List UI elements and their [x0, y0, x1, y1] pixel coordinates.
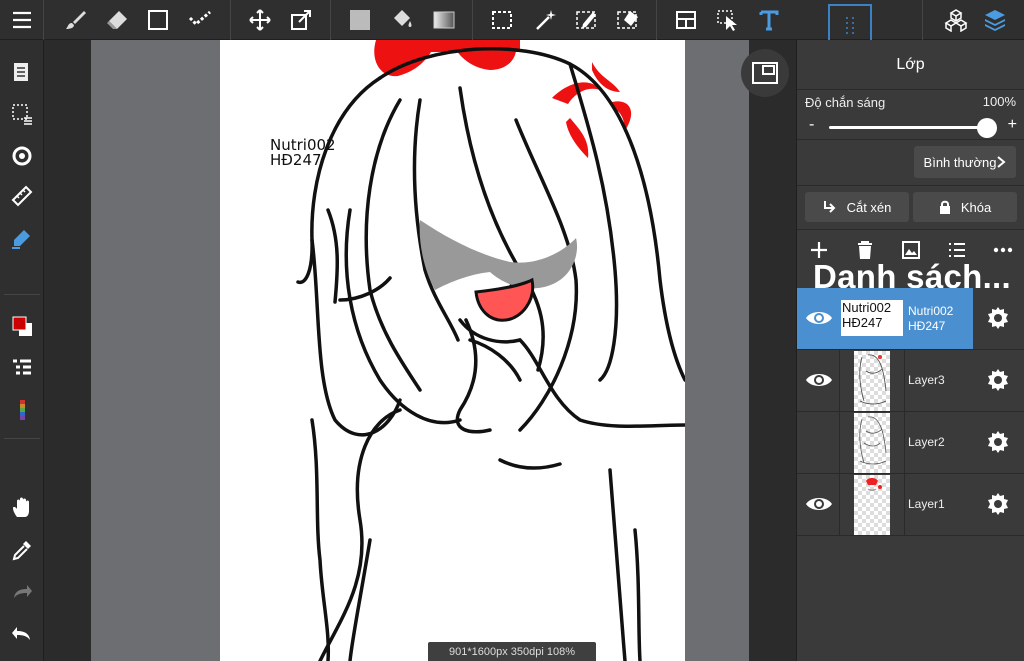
- pen-icon[interactable]: [6, 222, 38, 254]
- opacity-minus-button[interactable]: -: [809, 116, 814, 134]
- drawing-canvas[interactable]: Nutri002 HĐ247: [220, 40, 685, 661]
- color-swatch-icon[interactable]: [6, 310, 38, 342]
- navigator-icon: [752, 62, 778, 84]
- pages-icon[interactable]: [6, 56, 38, 88]
- layer-thumbnail: Nutri002 HĐ247: [841, 300, 903, 336]
- color-gradient-icon[interactable]: [6, 394, 38, 426]
- opacity-plus-button[interactable]: +: [1008, 116, 1017, 134]
- layer-panel: Lớp Độ chắn sáng 100% - + Bình thường Cắ…: [796, 40, 1024, 661]
- fill-color-icon[interactable]: [344, 4, 376, 36]
- menu-icon[interactable]: [6, 4, 38, 36]
- gradient-icon[interactable]: [428, 4, 460, 36]
- layer-list-icon[interactable]: [6, 352, 38, 384]
- body-lines: [310, 318, 685, 661]
- select-pen-icon[interactable]: [571, 4, 603, 36]
- opacity-row: Độ chắn sáng 100% - +: [797, 90, 1024, 140]
- blend-mode-button[interactable]: Bình thường: [914, 146, 1016, 178]
- divider: [904, 474, 905, 536]
- divider: [922, 0, 923, 40]
- panel-layout-icon[interactable]: [670, 4, 702, 36]
- gear-icon[interactable]: [983, 427, 1013, 457]
- layer-settings-cell: [973, 288, 1024, 350]
- divider: [230, 0, 231, 40]
- divider: [904, 350, 905, 412]
- select-rect-icon[interactable]: [486, 4, 518, 36]
- drawing-artwork: [296, 40, 685, 661]
- divider: [839, 350, 840, 412]
- blend-row: Bình thường: [797, 140, 1024, 186]
- eraser-icon[interactable]: [101, 4, 133, 36]
- selection-icon[interactable]: [6, 98, 38, 130]
- opacity-slider[interactable]: - +: [805, 116, 1017, 138]
- divider: [4, 438, 40, 439]
- divider: [904, 412, 905, 474]
- chevron-right-icon: [997, 156, 1006, 168]
- eye-icon[interactable]: [803, 364, 835, 396]
- blend-mode-label: Bình thường: [923, 154, 997, 170]
- layer-row-layer1[interactable]: Layer1: [797, 474, 1024, 536]
- materials-icon[interactable]: [940, 4, 972, 36]
- canvas-status: 901*1600px 350dpi 108%: [428, 642, 596, 661]
- layer-row-layer3[interactable]: Layer3: [797, 350, 1024, 412]
- canvas-workspace[interactable]: Nutri002 HĐ247 901*1600px 350dpi 108%: [44, 40, 796, 661]
- transform-icon[interactable]: [285, 4, 317, 36]
- bucket-icon[interactable]: [386, 4, 418, 36]
- eye-icon[interactable]: [803, 488, 835, 520]
- divider: [839, 412, 840, 474]
- lock-button[interactable]: Khóa: [913, 192, 1017, 222]
- canvas-text-note: Nutri002 HĐ247: [270, 136, 336, 169]
- divider: [330, 0, 331, 40]
- top-toolbar: [0, 0, 1024, 46]
- clip-arrow-icon: [823, 201, 836, 213]
- magic-wand-icon[interactable]: [530, 4, 562, 36]
- navigator-button[interactable]: [741, 49, 789, 97]
- rotate-icon[interactable]: [6, 140, 38, 172]
- ruler-icon[interactable]: [6, 180, 38, 212]
- clip-lock-row: Cắt xén Khóa: [797, 186, 1024, 230]
- layer-thumbnail: [854, 413, 890, 473]
- move-icon[interactable]: [244, 4, 276, 36]
- layer-thumbnail: [854, 475, 890, 535]
- rectangle-icon[interactable]: [142, 4, 174, 36]
- slider-knob[interactable]: [977, 118, 997, 138]
- hand-icon[interactable]: [6, 492, 38, 524]
- layer-name: Layer1: [908, 497, 945, 511]
- pointer-icon[interactable]: [712, 4, 744, 36]
- redo-icon[interactable]: [6, 576, 38, 608]
- divider: [4, 294, 40, 295]
- left-toolbar: [0, 40, 44, 661]
- opacity-label: Độ chắn sáng: [805, 95, 886, 110]
- eye-icon[interactable]: [803, 302, 835, 334]
- slider-track: [829, 126, 987, 129]
- gear-icon[interactable]: [983, 303, 1013, 333]
- dot-pen-icon[interactable]: [184, 4, 216, 36]
- lock-label: Khóa: [960, 199, 992, 215]
- gear-icon[interactable]: [983, 489, 1013, 519]
- divider: [472, 0, 473, 40]
- layer-row-layer2[interactable]: Layer2: [797, 412, 1024, 474]
- eyedropper-icon[interactable]: [6, 534, 38, 566]
- lock-icon: [939, 200, 950, 214]
- brush-icon[interactable]: [60, 4, 92, 36]
- opacity-value: 100%: [982, 94, 1016, 109]
- layer-name: Nutri002 HĐ247: [908, 304, 954, 333]
- divider: [839, 474, 840, 536]
- clip-button[interactable]: Cắt xén: [805, 192, 909, 222]
- layer-name: Layer2: [908, 435, 945, 449]
- layer-row-text[interactable]: Nutri002 HĐ247 Nutri002 HĐ247: [797, 288, 973, 350]
- layer-name: Layer3: [908, 373, 945, 387]
- divider: [43, 0, 44, 40]
- select-eraser-icon[interactable]: [612, 4, 644, 36]
- divider: [656, 0, 657, 40]
- gear-icon[interactable]: [983, 365, 1013, 395]
- panel-title: Lớp: [797, 40, 1024, 90]
- text-icon[interactable]: [753, 4, 785, 36]
- layer-thumbnail: [854, 351, 890, 411]
- layers-icon[interactable]: [979, 4, 1011, 36]
- clip-label: Cắt xén: [846, 199, 892, 215]
- undo-icon[interactable]: [6, 618, 38, 650]
